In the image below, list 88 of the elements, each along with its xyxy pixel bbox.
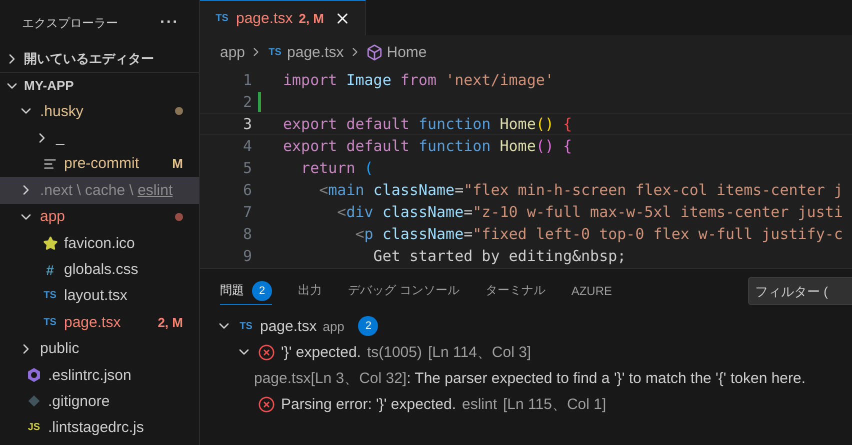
line-number: 2 xyxy=(242,93,252,111)
file-name: page.tsx xyxy=(260,318,317,334)
folder-name: .next \ cache \ eslint xyxy=(40,182,174,199)
folder-row[interactable]: app xyxy=(0,204,199,230)
line-number: 3 xyxy=(242,115,252,133)
error-row[interactable]: Parsing error: '}' expected. eslint [Ln 115、Col 1] xyxy=(200,391,852,417)
folder-name: app xyxy=(322,318,344,334)
panel-tab[interactable]: 出力 xyxy=(298,277,322,305)
code-line: export default function Home() { xyxy=(283,115,572,133)
breadcrumb-item[interactable]: page.tsx xyxy=(287,44,344,60)
error-icon xyxy=(258,396,275,412)
file-row[interactable]: TS page.tsx 2, M xyxy=(0,309,199,336)
section-header[interactable]: 開いているエディター xyxy=(0,46,199,72)
line-number: 5 xyxy=(242,159,252,177)
file-name: page.tsx xyxy=(64,314,122,331)
file-row[interactable]: JS .lintstagedrc.js xyxy=(0,414,199,442)
file-name: .eslintrc.json xyxy=(48,366,132,384)
diamond-icon xyxy=(26,393,42,410)
error-icon xyxy=(258,344,275,360)
error-location: [Ln 115、Col 1] xyxy=(503,394,606,414)
line-number: 4 xyxy=(242,137,252,155)
code-line: <p className="fixed left-0 top-0 flex w-full justify-c xyxy=(354,225,843,243)
folder-row[interactable]: public xyxy=(0,336,199,362)
file-row[interactable]: # globals.css xyxy=(0,256,199,283)
filter-field[interactable]: フィルター ( xyxy=(748,277,852,305)
file-row[interactable]: .gitignore xyxy=(0,388,199,415)
line-number: 7 xyxy=(242,203,252,221)
folder-row[interactable]: _ xyxy=(0,124,199,151)
file-name: .gitignore xyxy=(48,392,111,410)
file-name: globals.css xyxy=(64,261,140,278)
error-source: eslint xyxy=(462,396,498,412)
git-status-label: 2, M xyxy=(158,314,183,330)
panel-tab[interactable]: ターミナル xyxy=(485,277,546,305)
folder-name: app xyxy=(40,208,66,226)
panel-tab[interactable]: デバッグ コンソール xyxy=(348,277,460,305)
explorer-title: エクスプローラー xyxy=(22,14,118,32)
star-icon xyxy=(42,235,58,252)
tab-label: page.tsx xyxy=(236,10,293,26)
related-info-text: page.tsx[Ln 3、Col 32]: The parser expected to find a '}' to match the '{' token here. xyxy=(254,368,806,388)
file-row[interactable]: favicon.ico xyxy=(0,230,199,256)
line-number: 1 xyxy=(242,71,252,89)
panel-tab[interactable]: AZURE xyxy=(571,277,612,305)
cube-icon xyxy=(366,44,383,60)
section-header[interactable]: MY-APP xyxy=(0,72,199,98)
error-message: Parsing error: '}' expected. xyxy=(281,396,456,412)
hash-icon: # xyxy=(42,262,58,278)
typescript-file-icon: TS xyxy=(214,12,230,24)
typescript-file-icon: TS xyxy=(267,46,284,58)
typescript-file-icon: TS xyxy=(42,316,58,328)
breadcrumb-item[interactable]: app xyxy=(220,44,246,60)
file-name: .lintstagedrc.js xyxy=(48,419,145,436)
code-line: return ( xyxy=(300,159,374,177)
folder-name: _ xyxy=(56,129,66,146)
panel-tab[interactable]: 問題 2 xyxy=(220,277,272,305)
hexagon-icon xyxy=(26,367,42,384)
git-status-label: M xyxy=(172,156,183,172)
typescript-file-icon: TS xyxy=(42,290,58,302)
folder-row[interactable]: .next \ cache \ eslint xyxy=(0,177,199,204)
tab-status-label: 2, M xyxy=(298,10,324,26)
line-number: 6 xyxy=(242,181,252,199)
error-location: [Ln 114、Col 3] xyxy=(428,342,532,362)
more-actions-button[interactable]: ··· xyxy=(158,14,181,32)
problem-file-row[interactable]: TS page.tsx app 2 xyxy=(200,313,852,339)
typescript-file-icon: TS xyxy=(238,320,254,332)
line-number: 9 xyxy=(242,247,252,265)
breadcrumb-item[interactable]: Home xyxy=(386,44,427,60)
related-info-row[interactable]: page.tsx[Ln 3、Col 32]: The parser expected to find a '}' to match the '{' token here. xyxy=(200,365,852,391)
error-message: '}' expected. xyxy=(281,344,361,360)
error-row[interactable]: '}' expected. ts(1005) [Ln 114、Col 3] xyxy=(200,339,852,365)
file-row[interactable]: .eslintrc.json xyxy=(0,362,199,388)
file-row[interactable]: pre-commit M xyxy=(0,150,199,178)
line-number: 8 xyxy=(242,225,252,243)
editor-tab[interactable]: TS page.tsx 2, M xyxy=(200,0,366,35)
folder-name: .husky xyxy=(40,102,84,120)
file-name: favicon.ico xyxy=(64,234,136,252)
error-source: ts(1005) xyxy=(366,344,422,360)
problem-count: 2 xyxy=(358,316,378,336)
code-line: export default function Home() { xyxy=(283,137,572,155)
code-line: <div className="z-10 w-full max-w-5xl items-center justi xyxy=(336,203,843,221)
folder-row[interactable]: .husky xyxy=(0,98,199,124)
code-line: <main className="flex min-h-screen flex-col items-center j xyxy=(318,181,843,199)
code-line: Get started by editing&nbsp; xyxy=(372,247,626,265)
javascript-file-icon: JS xyxy=(26,422,42,434)
folder-name: public xyxy=(40,340,80,358)
file-name: layout.tsx xyxy=(64,287,128,304)
file-name: pre-commit xyxy=(64,155,140,172)
code-line: import Image from 'next/image' xyxy=(283,71,554,89)
file-row[interactable]: TS layout.tsx xyxy=(0,282,199,310)
